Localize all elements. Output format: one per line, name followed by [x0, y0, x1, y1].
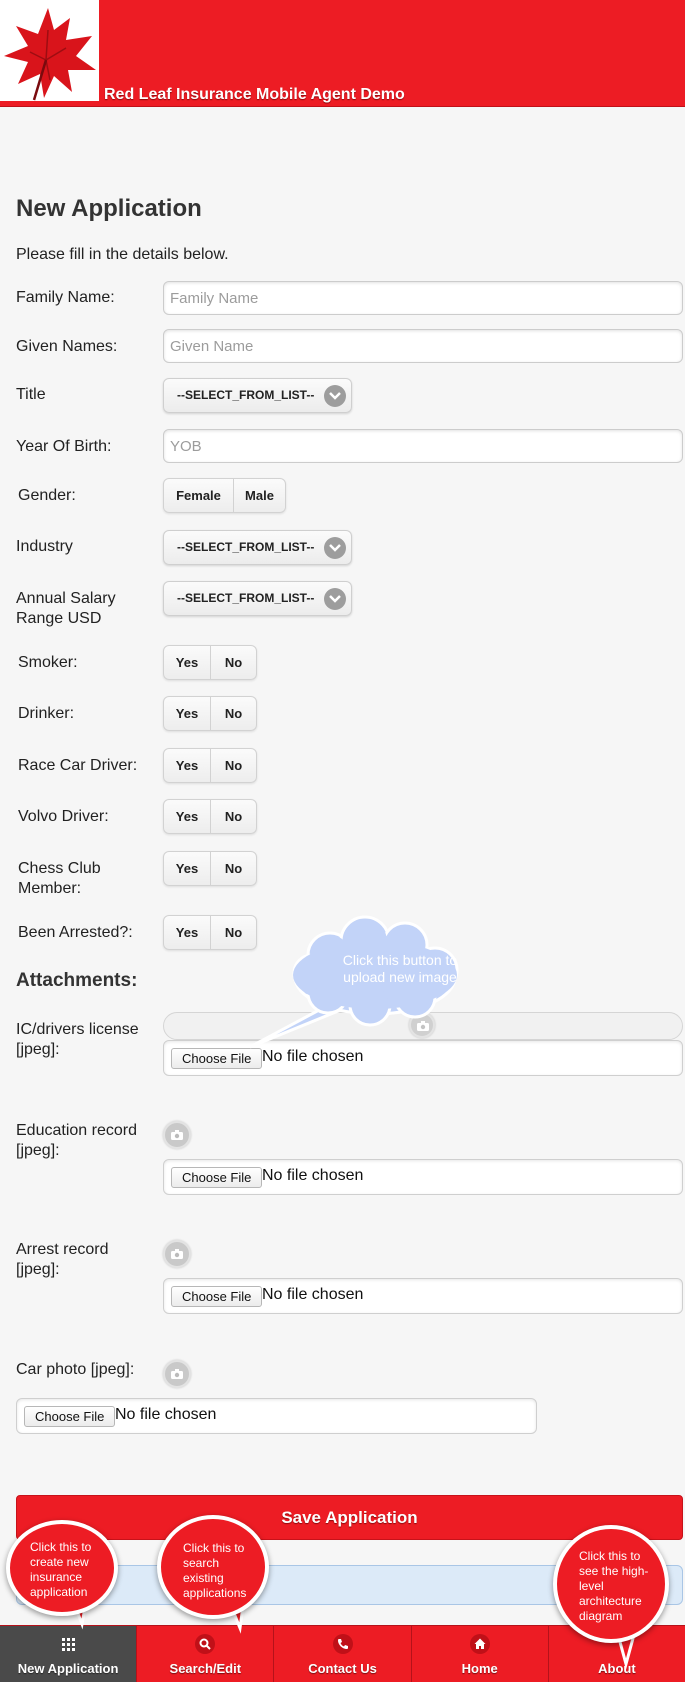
family-name-label: Family Name:	[16, 289, 115, 306]
upload-tooltip-cloud	[249, 915, 459, 1049]
page-title: New Application	[16, 195, 202, 222]
race-car-no[interactable]: No	[210, 749, 256, 782]
camera-icon[interactable]	[163, 1360, 191, 1388]
car-photo-file-input[interactable]: Choose File No file chosen	[16, 1398, 537, 1434]
arrest-record-label: Arrest record [jpeg]:	[16, 1241, 109, 1278]
no-file-text: No file chosen	[262, 1167, 364, 1184]
nav-label: Home	[461, 1661, 498, 1676]
title-select[interactable]: --SELECT_FROM_LIST--	[163, 378, 352, 413]
arrested-yes[interactable]: Yes	[164, 916, 210, 949]
drinker-yes[interactable]: Yes	[164, 697, 210, 730]
given-names-input[interactable]	[163, 329, 683, 363]
industry-select[interactable]: --SELECT_FROM_LIST--	[163, 530, 352, 565]
smoker-toggle[interactable]: Yes No	[163, 645, 257, 680]
help-bubble-text: Click this to search existing applicatio…	[183, 1541, 247, 1600]
help-bubble-search: Click this to search existing applicatio…	[157, 1515, 269, 1619]
chess-toggle[interactable]: Yes No	[163, 851, 257, 886]
nav-contact-us[interactable]: Contact Us	[274, 1626, 412, 1682]
gender-female-option[interactable]: Female	[164, 479, 233, 512]
salary-select-value: --SELECT_FROM_LIST--	[177, 591, 315, 605]
volvo-yes[interactable]: Yes	[164, 800, 210, 833]
search-icon	[195, 1634, 216, 1654]
nav-new-application[interactable]: New Application	[0, 1626, 138, 1682]
title-label: Title	[16, 386, 46, 403]
upload-tooltip-text: Click this button to upload new image	[342, 952, 458, 985]
app-header: Red Leaf Insurance Mobile Agent Demo	[0, 0, 685, 107]
choose-file-button[interactable]: Choose File	[24, 1406, 116, 1427]
red-leaf-logo	[0, 0, 99, 101]
education-record-file-input[interactable]: Choose File No file chosen	[163, 1159, 683, 1195]
industry-label: Industry	[16, 538, 73, 555]
phone-icon	[332, 1634, 353, 1654]
no-file-text: No file chosen	[115, 1406, 217, 1423]
chevron-down-icon	[324, 537, 346, 559]
attachments-heading: Attachments:	[16, 970, 138, 991]
nav-label: New Application	[17, 1661, 119, 1676]
arrest-record-file-input[interactable]: Choose File No file chosen	[163, 1278, 683, 1314]
family-name-input[interactable]	[163, 281, 683, 315]
yob-input[interactable]	[163, 429, 683, 463]
race-car-yes[interactable]: Yes	[164, 749, 210, 782]
nav-label: Contact Us	[308, 1661, 377, 1676]
intro-text: Please fill in the details below.	[16, 246, 229, 263]
education-record-label: Education record [jpeg]:	[16, 1122, 137, 1159]
drinker-label: Drinker:	[18, 705, 75, 722]
chess-no[interactable]: No	[210, 852, 256, 885]
drinker-toggle[interactable]: Yes No	[163, 696, 257, 731]
car-photo-label: Car photo [jpeg]:	[16, 1361, 135, 1378]
camera-icon[interactable]	[163, 1240, 191, 1268]
nav-label: Search/Edit	[169, 1661, 242, 1676]
ic-license-label: IC/drivers license [jpeg]:	[16, 1021, 139, 1058]
help-bubble-new-application: Click this to create new insurance appli…	[6, 1520, 118, 1616]
gender-male-option[interactable]: Male	[233, 479, 285, 512]
title-select-value: --SELECT_FROM_LIST--	[177, 388, 315, 402]
volvo-toggle[interactable]: Yes No	[163, 799, 257, 834]
camera-icon[interactable]	[163, 1121, 191, 1149]
nav-home[interactable]: Home	[412, 1626, 549, 1682]
chevron-down-icon	[324, 385, 346, 407]
smoker-no[interactable]: No	[210, 646, 256, 679]
salary-select[interactable]: --SELECT_FROM_LIST--	[163, 581, 352, 616]
gender-toggle[interactable]: Female Male	[163, 478, 286, 513]
choose-file-button[interactable]: Choose File	[171, 1167, 263, 1188]
help-bubble-text: Click this to see the high-level archite…	[579, 1549, 649, 1623]
choose-file-button[interactable]: Choose File	[171, 1286, 263, 1307]
smoker-label: Smoker:	[18, 654, 78, 671]
yob-label: Year Of Birth:	[16, 438, 112, 455]
salary-label: Annual Salary Range USD	[16, 590, 116, 627]
chevron-down-icon	[324, 588, 346, 610]
chess-label: Chess Club Member:	[18, 860, 101, 897]
help-bubble-text: Click this to create new insurance appli…	[30, 1540, 92, 1599]
smoker-yes[interactable]: Yes	[164, 646, 210, 679]
help-bubble-about: Click this to see the high-level archite…	[553, 1525, 669, 1643]
grid-icon	[58, 1634, 78, 1654]
no-file-text: No file chosen	[262, 1286, 364, 1303]
chess-yes[interactable]: Yes	[164, 852, 210, 885]
nav-search-edit[interactable]: Search/Edit	[137, 1626, 275, 1682]
industry-select-value: --SELECT_FROM_LIST--	[177, 540, 315, 554]
arrested-label: Been Arrested?:	[18, 924, 133, 941]
given-names-label: Given Names:	[16, 338, 118, 355]
race-car-toggle[interactable]: Yes No	[163, 748, 257, 783]
gender-label: Gender:	[18, 487, 76, 504]
home-icon	[469, 1634, 490, 1654]
volvo-no[interactable]: No	[210, 800, 256, 833]
race-car-label: Race Car Driver:	[18, 757, 138, 774]
app-title: Red Leaf Insurance Mobile Agent Demo	[104, 86, 405, 103]
volvo-label: Volvo Driver:	[18, 808, 109, 825]
drinker-no[interactable]: No	[210, 697, 256, 730]
